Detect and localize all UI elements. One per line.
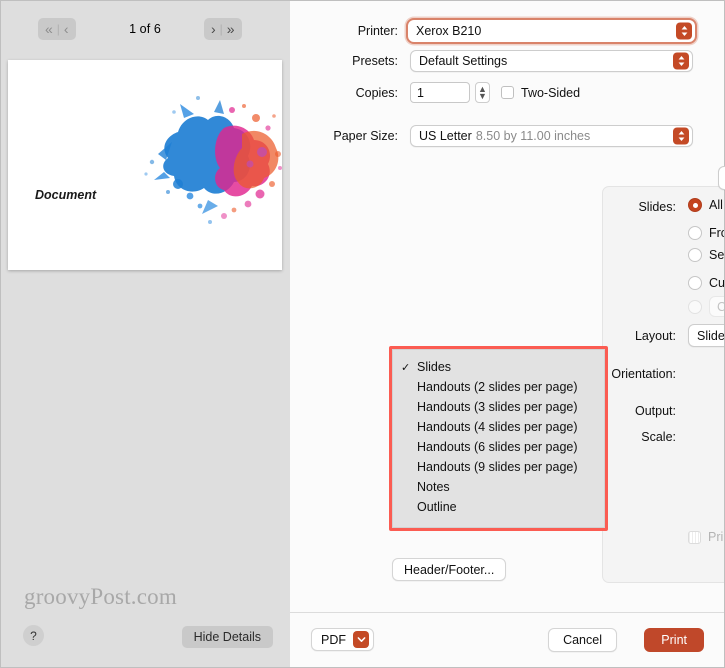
layout-select[interactable]: Slides xyxy=(688,324,725,347)
chevron-updown-icon[interactable] xyxy=(673,127,689,145)
paper-size-select[interactable]: US Letter 8.50 by 11.00 inches xyxy=(410,125,693,147)
slides-all-label: All xyxy=(709,198,723,212)
paint-splatter-graphic xyxy=(144,96,282,224)
presets-label: Presets: xyxy=(352,54,398,68)
layout-value: Slides xyxy=(697,328,725,343)
radio-all[interactable] xyxy=(688,198,702,212)
print-slide-numbers-checkbox[interactable] xyxy=(688,530,701,544)
copies-stepper[interactable]: ▲ ▼ xyxy=(475,82,490,103)
slides-all-option[interactable]: All (6 slides) xyxy=(688,198,725,212)
print-slide-numbers-row[interactable]: Print slide numbers on handouts xyxy=(688,530,725,544)
selected-slides-label: Selected slides xyxy=(709,248,725,262)
layout-menu-item-label: Handouts (2 slides per page) xyxy=(417,380,578,394)
print-options-pane: Printer: Xerox B210 Presets: Default Set… xyxy=(290,0,725,668)
slides-custom-shows-option[interactable]: Custom Shows xyxy=(688,296,725,317)
printer-label: Printer: xyxy=(357,24,398,38)
help-button[interactable]: ? xyxy=(23,625,44,646)
paper-size-row: Paper Size: US Letter 8.50 by 11.00 inch… xyxy=(290,125,725,147)
layout-dropdown-highlight: ✓ Slides Handouts (2 slides per page) Hando… xyxy=(389,346,608,531)
checkmark-icon: ✓ xyxy=(401,361,411,374)
print-preview-pane: « | ‹ 1 of 6 › | » Document groovyPost.c… xyxy=(0,0,290,668)
layout-menu-item-label: Handouts (6 slides per page) xyxy=(417,440,578,454)
print-pane-selector-wrap: PowerPoint xyxy=(718,166,725,190)
copies-row: Copies: 1 ▲ ▼ Two-Sided xyxy=(290,82,725,103)
slides-from-option[interactable]: From: 4 to: 9 xyxy=(688,222,725,243)
pager-prev-group[interactable]: « | ‹ xyxy=(38,18,76,40)
dialog-footer: PDF Cancel Print xyxy=(290,612,725,668)
layout-menu-item-label: Handouts (9 slides per page) xyxy=(417,460,578,474)
two-sided-label: Two-Sided xyxy=(521,85,581,100)
layout-label: Layout: xyxy=(634,328,676,343)
paper-size-detail: 8.50 by 11.00 inches xyxy=(475,129,591,143)
printer-select[interactable]: Xerox B210 xyxy=(406,18,697,44)
chevron-updown-icon[interactable] xyxy=(676,22,692,40)
paper-size-label: Paper Size: xyxy=(333,129,398,143)
pdf-button[interactable]: PDF xyxy=(311,628,374,651)
paper-size-value: US Letter xyxy=(419,129,472,143)
copies-input[interactable]: 1 xyxy=(410,82,470,103)
radio-custom-shows[interactable] xyxy=(688,299,702,314)
layout-menu-item[interactable]: Notes xyxy=(393,477,604,497)
hide-details-button[interactable]: Hide Details xyxy=(181,626,273,648)
custom-shows-select[interactable]: Custom Shows xyxy=(709,296,725,317)
slides-from-label: From: xyxy=(709,225,725,240)
layout-menu-item-label: Handouts (3 slides per page) xyxy=(417,400,578,414)
presets-value: Default Settings xyxy=(419,54,508,68)
layout-menu-item[interactable]: Outline xyxy=(393,497,604,517)
custom-range-label: Custom Range: xyxy=(709,275,725,290)
cancel-button[interactable]: Cancel xyxy=(548,628,617,652)
print-slide-numbers-label: Print slide numbers on handouts xyxy=(708,530,725,544)
layout-menu-item[interactable]: Handouts (3 slides per page) xyxy=(393,397,604,417)
layout-menu-item-label: Notes xyxy=(417,480,450,494)
layout-menu-item-label: Outline xyxy=(417,500,457,514)
pdf-button-label: PDF xyxy=(321,632,346,647)
chevron-down-icon[interactable] xyxy=(353,631,369,648)
radio-custom-range[interactable] xyxy=(688,275,702,290)
presets-select[interactable]: Default Settings xyxy=(410,50,693,72)
layout-menu-item[interactable]: Handouts (9 slides per page) xyxy=(393,457,604,477)
radio-selected-slides[interactable] xyxy=(688,248,702,262)
page-counter-label: 1 of 6 xyxy=(129,22,161,36)
copies-label: Copies: xyxy=(355,85,398,100)
groovypost-watermark: groovyPost.com xyxy=(24,584,177,609)
custom-shows-value: Custom Shows xyxy=(717,299,725,314)
pager-next-group[interactable]: › | » xyxy=(204,18,242,40)
pager-separator-left: | xyxy=(56,22,60,36)
printer-value: Xerox B210 xyxy=(416,24,482,38)
layout-row: Layout: Slides xyxy=(568,324,725,347)
printer-row: Printer: Xerox B210 xyxy=(290,18,725,44)
slides-label: Slides: xyxy=(638,200,676,214)
radio-from[interactable] xyxy=(688,225,702,240)
last-page-icon[interactable]: » xyxy=(227,22,235,36)
layout-menu-item-label: Handouts (4 slides per page) xyxy=(417,420,578,434)
chevron-updown-icon[interactable] xyxy=(673,52,689,70)
layout-dropdown-menu[interactable]: ✓ Slides Handouts (2 slides per page) Hando… xyxy=(392,349,605,528)
slides-custom-range-option[interactable]: Custom Range: xyxy=(688,272,725,293)
pager-separator-right: | xyxy=(219,22,223,36)
first-page-icon[interactable]: « xyxy=(45,22,53,36)
print-dialog: « | ‹ 1 of 6 › | » Document groovyPost.c… xyxy=(0,0,725,668)
layout-menu-item[interactable]: Handouts (6 slides per page) xyxy=(393,437,604,457)
slide-title-text: Document xyxy=(35,188,97,202)
stepper-down-icon[interactable]: ▼ xyxy=(478,91,487,100)
slide-preview[interactable]: Document xyxy=(8,60,282,270)
print-button[interactable]: Print xyxy=(644,628,704,652)
preview-pager: « | ‹ 1 of 6 › | » xyxy=(0,16,290,42)
powerpoint-options-group xyxy=(602,186,725,583)
layout-menu-item[interactable]: Handouts (2 slides per page) xyxy=(393,377,604,397)
header-footer-button[interactable]: Header/Footer... xyxy=(392,558,507,581)
layout-menu-item[interactable]: ✓ Slides xyxy=(393,357,604,377)
print-pane-select[interactable]: PowerPoint xyxy=(718,166,725,190)
prev-page-icon[interactable]: ‹ xyxy=(64,22,69,36)
next-page-icon[interactable]: › xyxy=(211,22,216,36)
two-sided-checkbox[interactable] xyxy=(501,86,514,99)
layout-menu-item[interactable]: Handouts (4 slides per page) xyxy=(393,417,604,437)
presets-row: Presets: Default Settings xyxy=(290,50,725,72)
slides-selected-option[interactable]: Selected slides xyxy=(688,248,725,262)
layout-menu-item-label: Slides xyxy=(417,360,452,374)
